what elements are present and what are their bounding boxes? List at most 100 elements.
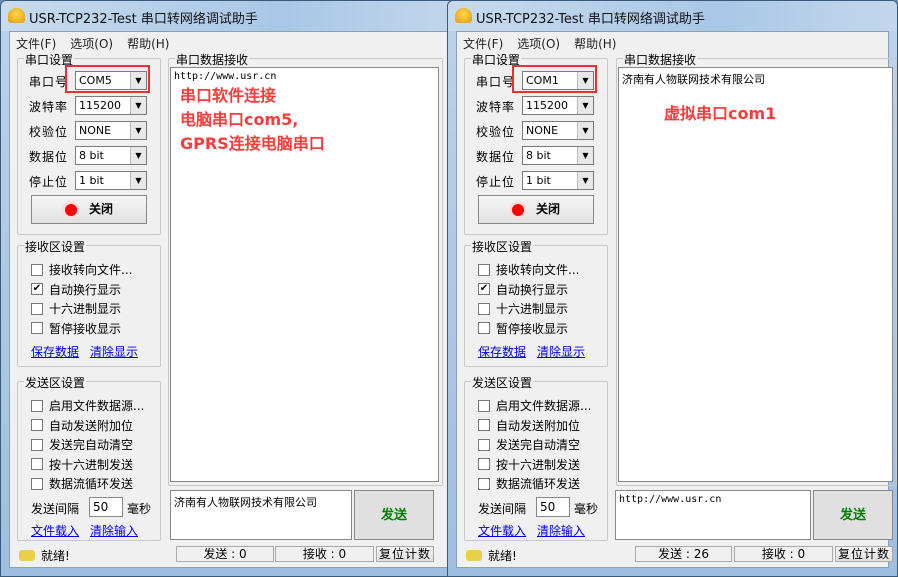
option-label: 按十六进制发送 — [496, 457, 581, 472]
checkbox-option[interactable]: 数据流循环发送 — [31, 475, 133, 492]
menu-item[interactable]: 帮助(H) — [574, 35, 616, 52]
checkbox[interactable] — [31, 263, 43, 276]
checkbox-option[interactable]: ✔ 自动换行显示 — [478, 281, 568, 298]
checkbox-option[interactable]: 发送完自动清空 — [478, 436, 580, 453]
title-bar[interactable]: USR-TCP232-Test 串口转网络调试助手 — [1, 1, 469, 31]
open-close-button[interactable]: 关闭 — [31, 195, 147, 224]
received-counter: 接收 : 0 — [275, 546, 374, 562]
checkbox-option[interactable]: 数据流循环发送 — [478, 475, 580, 492]
chevron-down-icon[interactable]: ▼ — [577, 172, 593, 189]
field-label: 停止位 — [29, 175, 69, 189]
checkbox-option[interactable]: 十六进制显示 — [478, 300, 568, 317]
send-textarea[interactable]: http://www.usr.cn — [615, 490, 811, 540]
highlight-box — [512, 65, 597, 93]
checkbox-option[interactable]: 发送完自动清空 — [31, 436, 133, 453]
checkbox-option[interactable]: 接收转向文件... — [31, 261, 132, 278]
checkbox[interactable] — [31, 458, 43, 470]
menu-item[interactable]: 选项(O) — [70, 35, 113, 52]
menu-item[interactable]: 帮助(H) — [127, 35, 169, 52]
field-select[interactable]: 8 bit ▼ — [522, 146, 594, 165]
checkbox[interactable] — [31, 322, 43, 334]
field-select[interactable]: NONE ▼ — [75, 121, 147, 140]
send-settings-group: 发送区设置 启用文件数据源... 自动发送附加位 发送完自动清空 按十六进制发送 数据流循… — [17, 374, 161, 541]
title-bar[interactable]: USR-TCP232-Test 串口转网络调试助手 — [448, 1, 897, 31]
checkbox-option[interactable]: 启用文件数据源... — [478, 397, 591, 414]
checkbox[interactable] — [478, 458, 490, 470]
checkbox-option[interactable]: 自动发送附加位 — [478, 417, 580, 434]
checkbox[interactable] — [478, 322, 490, 334]
serial-settings-group: 串口设置 串口号 COM1 ▼ 波特率 115200 ▼ 校验位 NONE ▼ 数据位 8 bit ▼ 停… — [464, 51, 608, 235]
reset-count-button[interactable]: 复位计数 — [835, 546, 893, 562]
field-select[interactable]: 1 bit ▼ — [75, 171, 147, 190]
checkbox[interactable]: ✔ — [478, 283, 490, 295]
chevron-down-icon[interactable]: ▼ — [577, 122, 593, 139]
menu-item[interactable]: 文件(F) — [16, 35, 56, 52]
checkbox-option[interactable]: 启用文件数据源... — [31, 397, 144, 414]
chevron-down-icon[interactable]: ▼ — [130, 172, 146, 189]
client-area: 文件(F) 选项(O) 帮助(H) 串口设置 串口号 COM5 ▼ 波特率 115200 ▼ 校验位… — [9, 31, 461, 568]
send-button[interactable]: 发送 — [813, 490, 893, 540]
checkbox-option[interactable]: 暂停接收显示 — [31, 320, 121, 337]
send-button[interactable]: 发送 — [354, 490, 434, 540]
checkbox[interactable] — [478, 419, 490, 431]
save-data-link[interactable]: 保存数据 — [478, 343, 526, 360]
checkbox[interactable] — [478, 399, 490, 412]
checkbox-option[interactable]: 接收转向文件... — [478, 261, 579, 278]
chevron-down-icon[interactable]: ▼ — [577, 97, 593, 114]
send-settings-group: 发送区设置 启用文件数据源... 自动发送附加位 发送完自动清空 按十六进制发送 数据流循… — [464, 374, 608, 541]
clear-display-link[interactable]: 清除显示 — [90, 343, 138, 360]
clear-input-link[interactable]: 清除输入 — [537, 522, 585, 539]
field-select[interactable]: 115200 ▼ — [75, 96, 147, 115]
interval-input[interactable]: 50 — [89, 497, 123, 517]
option-label: 启用文件数据源... — [49, 399, 145, 413]
checkbox[interactable] — [31, 477, 43, 490]
option-label: 自动换行显示 — [496, 282, 569, 297]
field-select[interactable]: 1 bit ▼ — [522, 171, 594, 190]
open-close-button[interactable]: 关闭 — [478, 195, 594, 224]
load-file-link[interactable]: 文件载入 — [478, 522, 526, 539]
select-value: 1 bit — [79, 174, 104, 187]
left-window: USR-TCP232-Test 串口转网络调试助手文件(F) 选项(O) 帮助(H)… — [0, 0, 470, 577]
chevron-down-icon[interactable]: ▼ — [577, 147, 593, 164]
checkbox[interactable] — [478, 263, 490, 276]
checkbox[interactable] — [31, 399, 43, 412]
field-label: 波特率 — [29, 100, 69, 114]
reset-count-button[interactable]: 复位计数 — [376, 546, 434, 562]
checkbox-option[interactable]: ✔ 自动换行显示 — [31, 281, 121, 298]
checkbox-option[interactable]: 按十六进制发送 — [478, 456, 580, 473]
select-value: NONE — [526, 124, 559, 137]
checkbox[interactable] — [31, 438, 43, 451]
checkbox-option[interactable]: 十六进制显示 — [31, 300, 121, 317]
option-label: 自动发送附加位 — [49, 418, 134, 433]
interval-label: 发送间隔 — [31, 502, 80, 516]
checkbox[interactable] — [31, 419, 43, 431]
field-select[interactable]: NONE ▼ — [522, 121, 594, 140]
interval-input[interactable]: 50 — [536, 497, 570, 517]
clear-display-link[interactable]: 清除显示 — [537, 343, 585, 360]
option-label: 发送完自动清空 — [496, 438, 581, 452]
menu-item[interactable]: 文件(F) — [463, 35, 503, 52]
status-led-icon — [64, 203, 77, 216]
checkbox-option[interactable]: 暂停接收显示 — [478, 320, 568, 337]
checkbox-option[interactable]: 按十六进制发送 — [31, 456, 133, 473]
checkbox[interactable]: ✔ — [31, 283, 43, 295]
annotation-line: 虚拟串口com1 — [664, 104, 777, 123]
app-icon — [8, 8, 25, 23]
checkbox[interactable] — [478, 477, 490, 490]
receive-textarea[interactable]: 济南有人物联网技术有限公司 — [618, 67, 893, 482]
chevron-down-icon[interactable]: ▼ — [130, 147, 146, 164]
checkbox[interactable] — [478, 302, 490, 315]
checkbox[interactable] — [31, 302, 43, 315]
checkbox-option[interactable]: 自动发送附加位 — [31, 417, 133, 434]
chevron-down-icon[interactable]: ▼ — [130, 97, 146, 114]
menu-item[interactable]: 选项(O) — [517, 35, 560, 52]
send-textarea[interactable]: 济南有人物联网技术有限公司 — [170, 490, 352, 540]
field-select[interactable]: 8 bit ▼ — [75, 146, 147, 165]
annotation-line: GPRS连接电脑串口 — [180, 134, 325, 153]
chevron-down-icon[interactable]: ▼ — [130, 122, 146, 139]
checkbox[interactable] — [478, 438, 490, 451]
save-data-link[interactable]: 保存数据 — [31, 343, 79, 360]
load-file-link[interactable]: 文件载入 — [31, 522, 79, 539]
clear-input-link[interactable]: 清除输入 — [90, 522, 138, 539]
field-select[interactable]: 115200 ▼ — [522, 96, 594, 115]
